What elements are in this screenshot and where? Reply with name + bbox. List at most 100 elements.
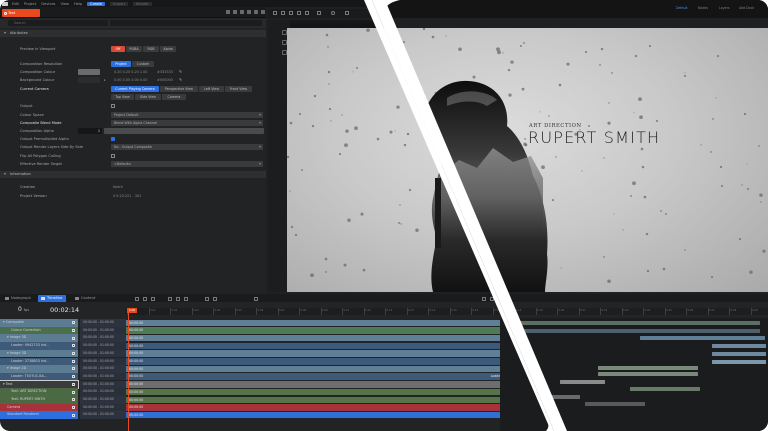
timeline-clip-bar[interactable]	[520, 329, 760, 333]
layer-visibility-icon[interactable]	[72, 336, 75, 340]
layer-clip[interactable]: 00:00:00	[126, 319, 546, 326]
timeline-clip-bar[interactable]	[712, 352, 766, 356]
loop-icon[interactable]	[151, 297, 155, 301]
layer-clip[interactable]: 00:00:00Loader: 4942733 Indi	[126, 342, 546, 350]
camera-top-view-option[interactable]: Top View	[111, 94, 134, 100]
flip-culling-checkbox[interactable]	[111, 154, 115, 158]
menu-import[interactable]: Import	[110, 1, 129, 6]
layer-visibility-icon[interactable]	[72, 398, 75, 402]
camera-perspective-option[interactable]: Perspective View	[160, 86, 198, 92]
filter-dropdown[interactable]	[110, 20, 262, 26]
camera-side-view-option[interactable]: Side View	[135, 94, 161, 100]
layer-row[interactable]: ▾ Composite	[0, 319, 78, 327]
preview-rgba-option[interactable]: RGBA	[126, 46, 142, 52]
more-icon[interactable]	[261, 10, 265, 14]
key-icon[interactable]	[168, 297, 172, 301]
layer-clip[interactable]: 00:00:00Camera	[126, 404, 546, 411]
timeline-clip-bar[interactable]	[598, 372, 698, 376]
blend-mode-dropdown[interactable]: Blend With Alpha Channel	[111, 120, 263, 126]
timeline-clip-bar[interactable]	[712, 360, 766, 364]
copy-icon[interactable]	[233, 10, 237, 14]
layer-clip[interactable]: 00:00:00Standard Renderer	[126, 411, 546, 419]
camera-front-view-option[interactable]: Front View	[225, 86, 252, 92]
layer-visibility-icon[interactable]	[72, 367, 75, 371]
paste-icon[interactable]	[240, 10, 244, 14]
timeline-clip-bar[interactable]	[598, 366, 698, 370]
background-colour-value[interactable]: 0.00 0.00 0.00 0.00	[114, 78, 147, 82]
transform-icon[interactable]	[305, 11, 309, 15]
tab-nodes[interactable]: Nodes	[698, 6, 708, 10]
grid-icon[interactable]	[317, 11, 321, 15]
layer-clip[interactable]: 00:00:00Image	[126, 350, 546, 357]
layer-visibility-icon[interactable]	[72, 375, 75, 379]
layer-visibility-icon[interactable]	[72, 405, 75, 409]
playhead-line[interactable]	[128, 313, 129, 431]
layer-visibility-icon[interactable]	[72, 321, 75, 325]
preview-rgb-option[interactable]: RGB	[143, 46, 159, 52]
tab-layers[interactable]: Layers	[719, 6, 730, 10]
layer-visibility-icon[interactable]	[72, 390, 75, 394]
lock-icon[interactable]	[226, 10, 230, 14]
select-icon[interactable]	[273, 11, 277, 15]
information-section-header[interactable]: Information	[0, 171, 266, 178]
camera-left-view-option[interactable]: Left View	[199, 86, 224, 92]
layer-row[interactable]: Loader: TEXTUC.BA...	[0, 372, 78, 381]
play-icon[interactable]	[143, 297, 147, 301]
colour-picker-icon[interactable]: ✎	[178, 69, 183, 74]
save-icon[interactable]	[247, 10, 251, 14]
tab-nodegraph[interactable]: Nodegraph	[2, 295, 35, 302]
composition-colour-swatch[interactable]	[78, 69, 100, 75]
background-colour-swatch[interactable]	[78, 77, 100, 83]
timeline-clip-bar[interactable]	[560, 380, 605, 384]
layer-row[interactable]: Text: ART DIRECTION	[0, 388, 78, 396]
tab-timeline[interactable]: Timeline	[38, 295, 67, 302]
layer-clip[interactable]: 00:00:00Image	[126, 365, 546, 373]
menu-project[interactable]: Project	[24, 2, 36, 6]
zoom-icon[interactable]	[184, 297, 188, 301]
resolution-custom-option[interactable]: Custom	[132, 61, 154, 67]
timeline-clip-bar[interactable]	[630, 387, 700, 391]
layer-row[interactable]: ▾ Image 2D	[0, 365, 78, 373]
layer-visibility-icon[interactable]	[72, 328, 75, 332]
rotate-icon[interactable]	[289, 11, 293, 15]
menu-render[interactable]: Render	[133, 1, 152, 6]
composition-alpha-input[interactable]: 1	[78, 128, 102, 134]
preview-alpha-option[interactable]: Alpha	[160, 46, 176, 52]
timeline-clip-bar[interactable]	[585, 402, 645, 406]
view-mode-icon[interactable]	[345, 11, 349, 15]
grid-icon[interactable]	[254, 10, 258, 14]
layer-clip[interactable]: 00:00:00	[126, 327, 546, 334]
menu-edit[interactable]: Edit	[12, 2, 19, 6]
layer-clip[interactable]: 00:00:00Loader: 3738803 Ind	[126, 358, 546, 365]
tab-default[interactable]: Default	[676, 6, 688, 10]
camera-camera-option[interactable]: Camera	[162, 94, 186, 100]
composition-colour-hex[interactable]: #333333	[157, 70, 173, 74]
marker-icon[interactable]	[205, 297, 209, 301]
background-colour-hex[interactable]: #000000	[157, 78, 173, 82]
range-icon[interactable]	[213, 297, 217, 301]
premultiplied-alpha-checkbox[interactable]	[111, 137, 115, 141]
effective-render-target-dropdown[interactable]: <Default>	[111, 161, 263, 167]
layer-row[interactable]: Standard Renderer	[0, 411, 78, 419]
camera-current-playing-option[interactable]: Current Playing Camera	[111, 86, 159, 92]
timeline-clip-bar[interactable]	[540, 395, 580, 399]
camera-orbit-icon[interactable]	[331, 11, 335, 15]
layer-clip[interactable]: 00:00:00Text	[126, 381, 546, 388]
layer-clip[interactable]: 00:00:00	[126, 334, 546, 342]
resolution-project-option[interactable]: Project	[111, 61, 131, 67]
node-tab[interactable]: Text	[2, 9, 40, 17]
layer-row[interactable]: ▾ Image 3D	[0, 334, 78, 342]
composition-alpha-slider[interactable]	[104, 128, 264, 134]
layer-row[interactable]: Text: RUPERT SMITH	[0, 396, 78, 404]
layer-visibility-icon[interactable]	[72, 382, 75, 386]
menu-devices[interactable]: Devices	[41, 2, 55, 6]
attributes-section-header[interactable]: Attributes	[0, 30, 266, 37]
tab-content[interactable]: Content	[72, 295, 99, 302]
layer-visibility-icon[interactable]	[72, 352, 75, 356]
timeline-clip-bar[interactable]	[520, 321, 760, 325]
layer-row[interactable]: ▾ Text	[0, 379, 79, 390]
playback-start-icon[interactable]	[135, 297, 139, 301]
search-input[interactable]: Search	[8, 20, 108, 26]
settings-icon[interactable]	[490, 297, 494, 301]
layer-visibility-icon[interactable]	[72, 344, 75, 348]
